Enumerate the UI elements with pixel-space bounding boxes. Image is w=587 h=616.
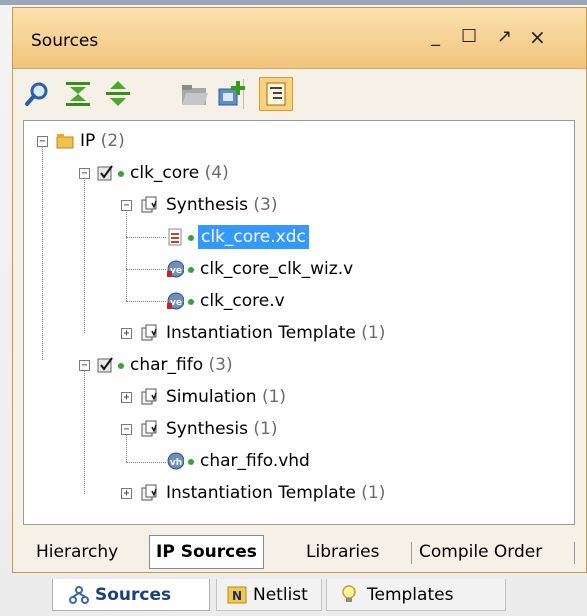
fileset-icon <box>141 324 157 341</box>
tree-node-instantiation-template[interactable]: + Instantiation Template (1) <box>24 481 564 507</box>
tree-node-label: char_fifo (3) <box>130 355 233 375</box>
float-button[interactable]: ↗ <box>497 28 512 46</box>
verilog-file-icon: ve <box>167 260 184 278</box>
status-dot <box>118 171 124 177</box>
tab-separator <box>574 542 575 564</box>
tab-ip-sources[interactable]: IP Sources <box>149 535 264 569</box>
vhdl-file-icon: vh <box>167 452 184 470</box>
maximize-button[interactable]: ☐ <box>461 28 477 46</box>
collapse-toggle[interactable]: − <box>121 424 132 435</box>
fileset-icon <box>141 484 157 501</box>
tree-node-instantiation-template[interactable]: + Instantiation Template (1) <box>24 321 564 347</box>
panel-titlebar[interactable]: Sources _ ☐ ↗ × <box>13 8 586 69</box>
status-dot <box>188 459 194 465</box>
tree-node-ip[interactable]: − IP (2) <box>24 129 564 155</box>
tree-node-clk-core-clk-wiz-v[interactable]: ve clk_core_clk_wiz.v <box>24 257 564 283</box>
search-button[interactable] <box>21 77 55 111</box>
collapse-toggle[interactable]: − <box>121 200 132 211</box>
svg-text:vh: vh <box>170 458 182 468</box>
show-hierarchy-toggle[interactable] <box>259 77 293 111</box>
add-sources-icon <box>218 81 245 106</box>
window-top-border <box>0 0 587 5</box>
expand-all-button[interactable] <box>101 77 135 111</box>
tab-templates-label: Templates <box>367 585 454 605</box>
ip-core-icon <box>97 165 113 181</box>
tree-node-label: clk_core (4) <box>130 163 229 183</box>
tab-sources-label: Sources <box>95 585 172 605</box>
fileset-icon <box>141 196 157 213</box>
panel-title: Sources <box>31 31 99 51</box>
ip-sources-tree[interactable]: − IP (2) − clk_core (4) − Synthesis (3) … <box>23 120 575 525</box>
tab-hierarchy[interactable]: Hierarchy <box>36 535 118 569</box>
status-dot <box>188 299 194 305</box>
collapse-all-icon <box>66 82 90 106</box>
sources-tab-icon <box>69 586 89 604</box>
status-dot <box>188 235 194 241</box>
tree-node-clk-core-xdc[interactable]: clk_core.xdc <box>24 225 564 251</box>
bottom-tab-bar: Sources N Netlist Templates <box>0 573 587 616</box>
tree-node-label: Instantiation Template (1) <box>166 483 386 503</box>
show-hierarchy-icon <box>266 82 286 106</box>
sources-panel: Sources _ ☐ ↗ × − IP (2) − clk_core (4) … <box>12 7 587 573</box>
tree-node-label: Synthesis (1) <box>166 419 278 439</box>
verilog-file-icon: ve <box>167 292 184 310</box>
sources-toolbar <box>13 69 586 119</box>
fileset-icon <box>141 420 157 437</box>
tree-node-label: Instantiation Template (1) <box>166 323 386 343</box>
open-folder-button[interactable] <box>177 77 211 111</box>
expand-all-icon <box>106 81 130 106</box>
tab-netlist[interactable]: N Netlist <box>216 579 322 611</box>
tree-node-label: IP (2) <box>80 131 125 151</box>
tab-sources[interactable]: Sources <box>52 579 210 611</box>
tab-templates[interactable]: Templates <box>326 579 506 611</box>
add-sources-button[interactable] <box>215 77 249 111</box>
tree-node-clk-core[interactable]: − clk_core (4) <box>24 161 564 187</box>
tree-connector <box>126 206 127 301</box>
close-button[interactable]: × <box>529 27 546 47</box>
tree-node-clk-core-v[interactable]: ve clk_core.v <box>24 289 564 315</box>
view-tab-bar: Hierarchy IP Sources Libraries Compile O… <box>23 535 578 571</box>
expand-toggle[interactable]: + <box>121 392 132 403</box>
tree-node-label: Simulation (1) <box>166 387 287 407</box>
tree-node-simulation[interactable]: + Simulation (1) <box>24 385 564 411</box>
tab-libraries[interactable]: Libraries <box>306 535 379 569</box>
tree-node-label: clk_core_clk_wiz.v <box>200 259 354 279</box>
tree-node-synthesis[interactable]: − Synthesis (3) <box>24 193 564 219</box>
tab-separator <box>411 542 412 564</box>
tree-node-synthesis[interactable]: − Synthesis (1) <box>24 417 564 443</box>
tree-node-label-selected: clk_core.xdc <box>198 225 309 249</box>
expand-toggle[interactable]: + <box>121 328 132 339</box>
minimize-button[interactable]: _ <box>431 28 440 46</box>
status-dot <box>188 267 194 273</box>
ip-core-icon <box>97 357 113 373</box>
netlist-icon: N <box>227 586 247 604</box>
lightbulb-icon <box>342 585 356 602</box>
svg-text:N: N <box>232 589 242 603</box>
status-dot <box>118 363 124 369</box>
folder-open-icon <box>182 85 208 105</box>
tree-node-label: Synthesis (3) <box>166 195 278 215</box>
collapse-toggle[interactable]: − <box>79 360 90 371</box>
collapse-toggle[interactable]: − <box>37 136 48 147</box>
collapse-all-button[interactable] <box>61 77 95 111</box>
xdc-file-icon <box>168 228 182 246</box>
tree-node-char-fifo[interactable]: − char_fifo (3) <box>24 353 564 379</box>
collapse-toggle[interactable]: − <box>79 168 90 179</box>
tree-node-label: clk_core.v <box>200 291 285 311</box>
tree-node-char-fifo-vhd[interactable]: vh char_fifo.vhd <box>24 449 564 475</box>
tree-node-label: char_fifo.vhd <box>200 451 310 471</box>
expand-toggle[interactable]: + <box>121 488 132 499</box>
tab-compile-order[interactable]: Compile Order <box>419 535 542 569</box>
search-icon <box>25 82 48 106</box>
folder-icon <box>56 134 74 149</box>
fileset-icon <box>141 388 157 405</box>
sources-window: Sources _ ☐ ↗ × − IP (2) − clk_core (4) … <box>0 0 587 616</box>
tab-netlist-label: Netlist <box>253 585 308 605</box>
